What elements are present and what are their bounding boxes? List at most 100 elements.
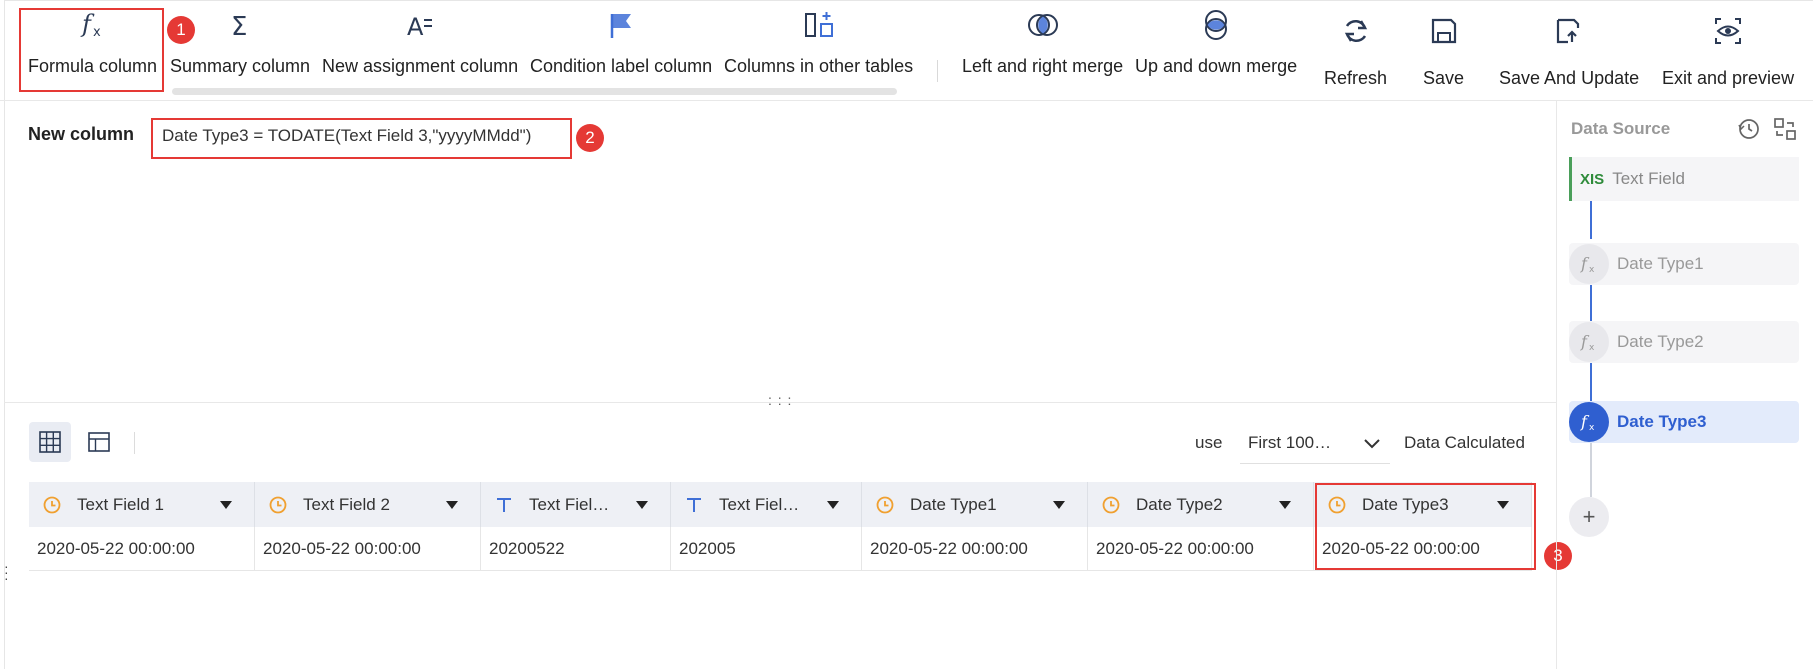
column-header[interactable]: Date Type2 <box>1088 482 1314 527</box>
save-and-update-label: Save And Update <box>1499 68 1640 88</box>
table-cell[interactable]: 2020-05-22 00:00:00 <box>1088 527 1314 571</box>
step-node-label: Date Type1 <box>1617 254 1704 273</box>
formula-column-label: Formula column <box>28 56 158 76</box>
table-cell[interactable]: 2020-05-22 00:00:00 <box>29 527 255 571</box>
sigma-icon: Σ <box>231 12 247 42</box>
table-cell[interactable]: 2020-05-22 00:00:00 <box>255 527 481 571</box>
caret-down-icon[interactable] <box>636 500 648 509</box>
condition-label-column-label: Condition label column <box>530 56 713 76</box>
excel-icon: XIS <box>1580 170 1605 188</box>
caret-down-icon[interactable] <box>1053 500 1065 509</box>
text-icon <box>495 496 513 514</box>
caret-down-icon[interactable] <box>1497 500 1509 509</box>
column-header[interactable]: Date Type1 <box>862 482 1088 527</box>
formula-icon: fx <box>80 10 101 40</box>
history-icon[interactable] <box>1737 117 1761 141</box>
column-header[interactable]: Text Field 1 <box>29 482 255 527</box>
data-source-panel: Data Source XIS Text Field fx Date Type1… <box>1556 101 1813 669</box>
grid-view-button[interactable] <box>29 422 71 462</box>
table-cell[interactable]: 20200522 <box>481 527 671 571</box>
source-table-name: Text Field <box>1612 169 1685 188</box>
summary-column-button[interactable]: Σ Summary column <box>170 8 310 77</box>
data-source-title: Data Source <box>1571 119 1671 138</box>
preview-icon <box>1715 18 1742 44</box>
date-icon <box>43 496 61 514</box>
svg-text:x: x <box>1589 423 1595 433</box>
grid-view-icon <box>39 431 61 453</box>
up-down-merge-button[interactable]: Up and down merge <box>1135 8 1297 77</box>
formula-icon: fx <box>1569 402 1609 442</box>
merge-ud-icon <box>1205 10 1228 40</box>
lineage-connector <box>1590 285 1592 321</box>
rows-select-value: First 100… <box>1248 432 1332 452</box>
svg-text:x: x <box>93 25 101 40</box>
formula-icon: fx <box>1569 322 1609 362</box>
column-header[interactable]: Text Fiel… <box>671 482 862 527</box>
layout-view-icon <box>88 432 110 452</box>
step-node-date-type3[interactable]: fx Date Type3 <box>1569 401 1799 443</box>
toolbar-scrollbar[interactable] <box>172 88 897 95</box>
column-header[interactable]: Date Type3 <box>1314 482 1532 527</box>
step-node-date-type1[interactable]: fx Date Type1 <box>1569 243 1799 285</box>
save-update-icon <box>1556 18 1580 44</box>
view-divider <box>134 432 135 454</box>
column-header-label: Text Fiel… <box>529 494 610 514</box>
svg-text:x: x <box>1589 343 1595 353</box>
new-column-label: New column <box>28 124 135 144</box>
condition-label-column-button[interactable]: Condition label column <box>530 8 712 77</box>
date-icon <box>876 496 894 514</box>
splitter-grip-icon[interactable]: : : : <box>768 392 792 408</box>
exit-and-preview-label: Exit and preview <box>1662 68 1795 88</box>
data-calculated-label: Data Calculated <box>1404 433 1525 452</box>
caret-down-icon[interactable] <box>1279 500 1291 509</box>
column-header[interactable]: Text Field 2 <box>255 482 481 527</box>
columns-other-tables-button[interactable]: Columns in other tables <box>724 8 913 77</box>
column-header-label: Date Type3 <box>1362 494 1449 514</box>
add-step-button[interactable]: + <box>1569 497 1609 537</box>
step-node-date-type2[interactable]: fx Date Type2 <box>1569 321 1799 363</box>
layout-view-button[interactable] <box>78 422 120 462</box>
chevron-down-icon <box>1364 439 1380 449</box>
lineage-connector <box>1590 363 1592 401</box>
switch-layout-icon[interactable] <box>1773 117 1797 141</box>
save-and-update-button[interactable]: Save And Update <box>1499 8 1639 89</box>
toolbar-divider <box>937 60 938 82</box>
summary-column-label: Summary column <box>170 56 311 76</box>
refresh-label: Refresh <box>1324 68 1388 88</box>
refresh-icon <box>1344 19 1367 43</box>
source-table-node[interactable]: XIS Text Field <box>1569 157 1799 201</box>
column-header-label: Text Field 2 <box>303 494 390 514</box>
date-icon <box>1102 496 1120 514</box>
svg-text:A: A <box>407 13 424 41</box>
column-header-label: Date Type1 <box>910 494 997 514</box>
assignment-icon: A <box>407 13 433 41</box>
use-label: use <box>1195 433 1223 452</box>
row-drag-handle-icon[interactable]: · · · <box>4 559 9 585</box>
step-node-label: Date Type2 <box>1617 332 1704 351</box>
exit-and-preview-button[interactable]: Exit and preview <box>1662 8 1794 89</box>
refresh-button[interactable]: Refresh <box>1324 8 1387 89</box>
caret-down-icon[interactable] <box>827 500 839 509</box>
table-cell[interactable]: 2020-05-22 00:00:00 <box>1314 527 1532 571</box>
columns-add-icon <box>804 12 833 37</box>
formula-icon: fx <box>1569 244 1609 284</box>
caret-down-icon[interactable] <box>446 500 458 509</box>
left-right-merge-button[interactable]: Left and right merge <box>962 8 1123 77</box>
formula-row: New column <box>28 124 134 145</box>
rows-select[interactable]: First 100… <box>1240 422 1390 464</box>
column-header[interactable]: Text Fiel… <box>481 482 671 527</box>
new-assignment-column-button[interactable]: A New assignment column <box>322 8 518 77</box>
step-badge-1: 1 <box>167 16 195 44</box>
table-cell[interactable]: 2020-05-22 00:00:00 <box>862 527 1088 571</box>
formula-expression[interactable]: Date Type3 = TODATE(Text Field 3,"yyyyMM… <box>162 126 531 146</box>
formula-column-button[interactable]: fx Formula column <box>28 8 157 77</box>
date-icon <box>1328 496 1346 514</box>
flag-icon <box>610 14 632 38</box>
save-button[interactable]: Save <box>1423 8 1464 89</box>
left-right-merge-label: Left and right merge <box>962 56 1124 76</box>
merge-lr-icon <box>1027 14 1058 36</box>
save-icon <box>1431 18 1456 44</box>
column-header-label: Text Fiel… <box>719 494 800 514</box>
caret-down-icon[interactable] <box>220 500 232 509</box>
table-cell[interactable]: 202005 <box>671 527 862 571</box>
